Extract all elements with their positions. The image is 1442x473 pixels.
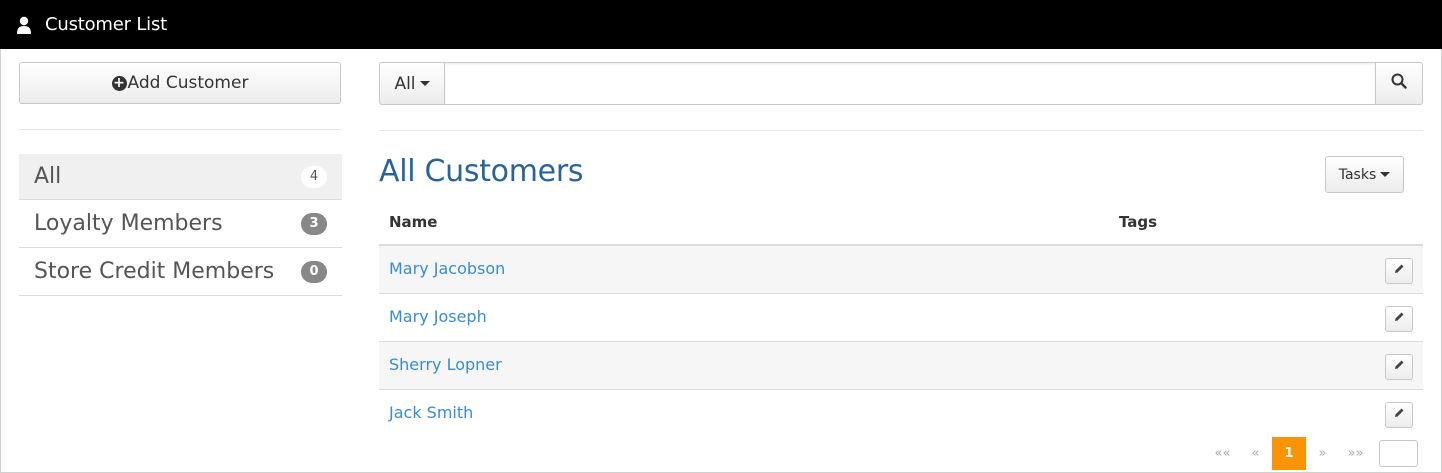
customer-name-link[interactable]: Mary Joseph (389, 307, 487, 326)
search-icon (1391, 73, 1407, 94)
edit-button[interactable] (1385, 354, 1413, 380)
section-title: All Customers (379, 154, 584, 189)
pencil-icon (1393, 262, 1405, 280)
last-page-button[interactable]: »» (1339, 437, 1372, 470)
edit-button[interactable] (1385, 402, 1413, 428)
pencil-icon (1393, 310, 1405, 328)
table-row: Mary Joseph (379, 294, 1423, 342)
table-row: Sherry Lopner (379, 342, 1423, 390)
customer-name-link[interactable]: Sherry Lopner (389, 355, 502, 374)
tasks-label: Tasks (1338, 166, 1377, 183)
page-number-input[interactable] (1379, 440, 1418, 467)
count-badge: 4 (301, 165, 327, 188)
caret-down-icon (419, 81, 430, 86)
tasks-dropdown-button[interactable]: Tasks (1325, 156, 1404, 193)
count-badge: 0 (301, 260, 327, 283)
user-icon (16, 16, 32, 34)
pagination: «« « 1 » »» (1206, 437, 1418, 470)
search-input[interactable] (445, 62, 1375, 105)
customer-name-link[interactable]: Jack Smith (389, 403, 473, 422)
pencil-icon (1393, 358, 1405, 376)
customer-name-link[interactable]: Mary Jacobson (389, 259, 505, 278)
table-header: Name Tags (379, 200, 1423, 246)
add-customer-label: Add Customer (127, 73, 249, 93)
filter-item-store-credit-members[interactable]: Store Credit Members 0 (19, 248, 342, 296)
add-customer-button[interactable]: + Add Customer (19, 62, 341, 104)
customer-table: Name Tags Mary Jacobson Mary Joseph Sher… (379, 200, 1423, 438)
filter-item-loyalty-members[interactable]: Loyalty Members 3 (19, 200, 342, 248)
pencil-icon (1393, 406, 1405, 424)
page-title: Customer List (45, 14, 168, 35)
table-row: Mary Jacobson (379, 246, 1423, 294)
top-bar: Customer List (0, 0, 1442, 49)
edit-button[interactable] (1385, 258, 1413, 284)
next-page-button[interactable]: » (1306, 437, 1339, 470)
column-header-tags[interactable]: Tags (1119, 213, 1157, 231)
current-page[interactable]: 1 (1272, 437, 1306, 470)
customer-filter-list: All 4 Loyalty Members 3 Store Credit Mem… (19, 154, 342, 296)
filter-label: Store Credit Members (34, 259, 275, 284)
prev-page-button[interactable]: « (1239, 437, 1272, 470)
edit-button[interactable] (1385, 306, 1413, 332)
search-scope-dropdown[interactable]: All (379, 62, 445, 105)
plus-circle-icon: + (111, 75, 127, 91)
filter-label: All (34, 164, 62, 189)
search-scope-label: All (394, 73, 416, 94)
caret-down-icon (1380, 172, 1391, 177)
filter-label: Loyalty Members (34, 211, 223, 236)
divider (379, 130, 1423, 131)
table-row: Jack Smith (379, 390, 1423, 438)
search-bar: All (379, 62, 1423, 105)
first-page-button[interactable]: «« (1206, 437, 1239, 470)
search-button[interactable] (1375, 62, 1423, 105)
filter-item-all[interactable]: All 4 (19, 154, 342, 200)
count-badge: 3 (301, 212, 327, 235)
column-header-name[interactable]: Name (389, 213, 437, 231)
divider (19, 129, 341, 130)
